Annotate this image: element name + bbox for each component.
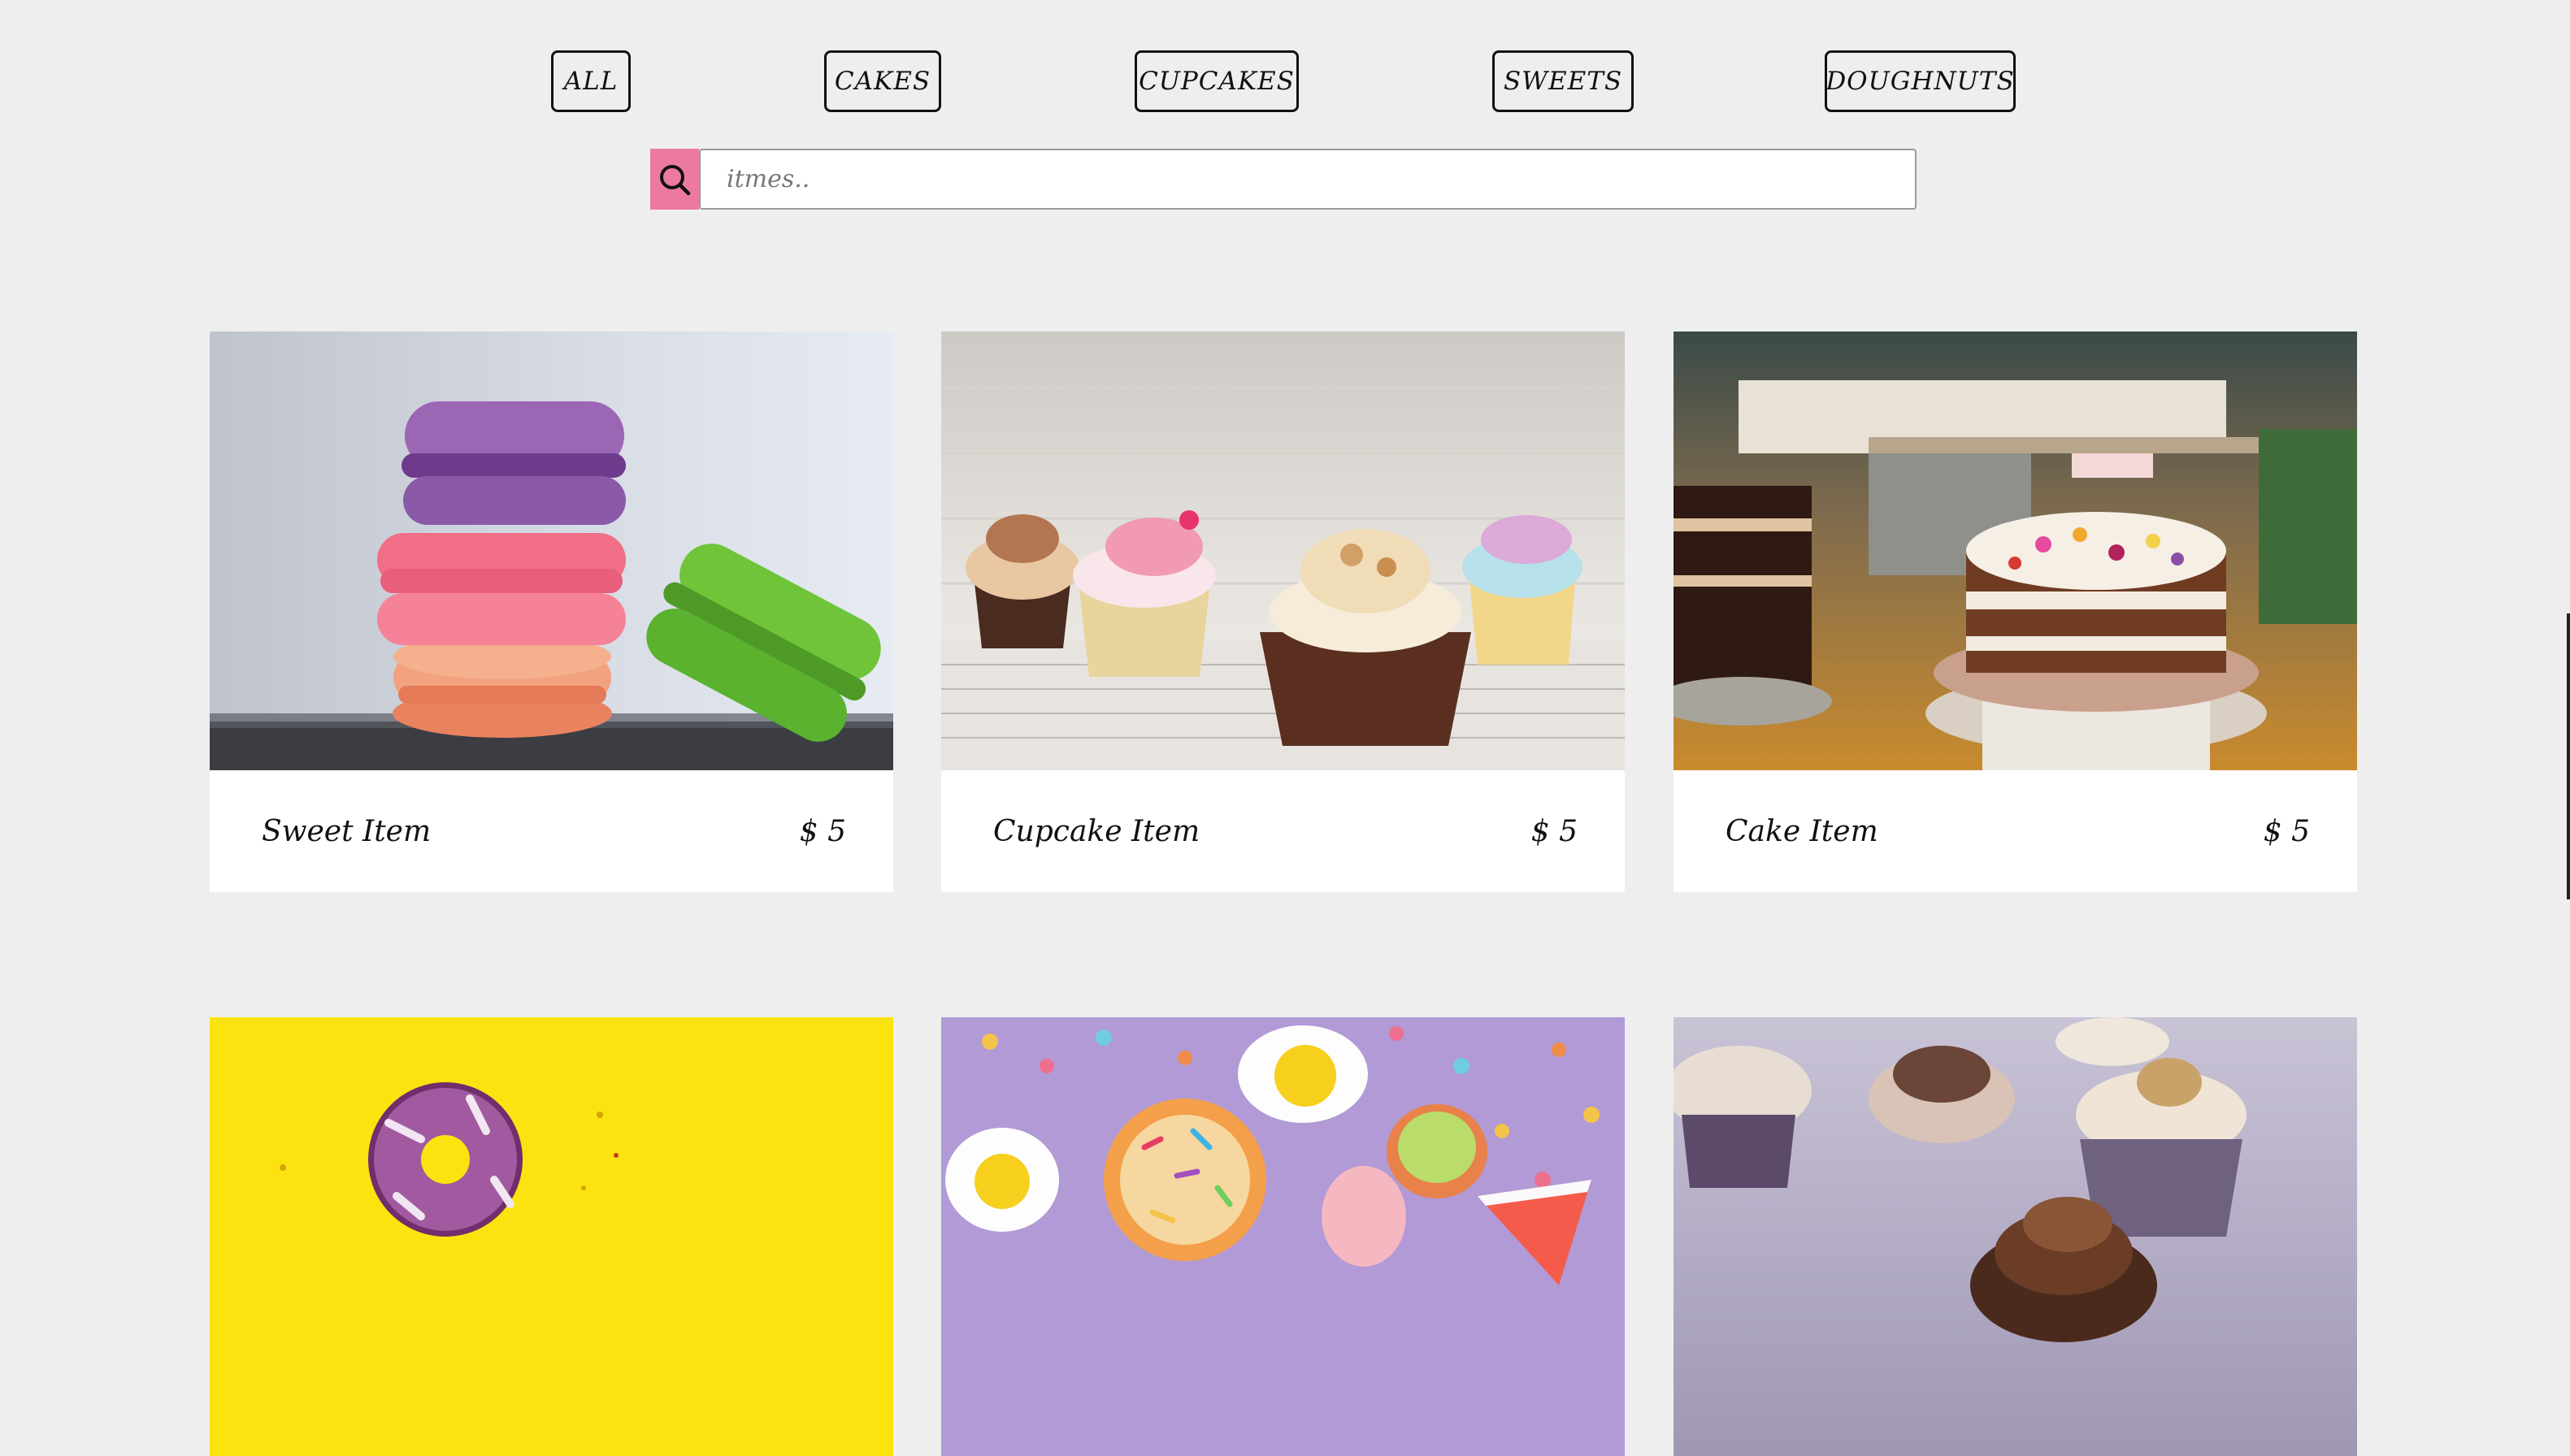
product-card-sweet[interactable]: Sweet Item $ 5 [210, 332, 893, 892]
item-price: $ 5 [1530, 814, 1578, 848]
filter-sweets-button[interactable]: SWEETS [1492, 50, 1634, 112]
card-footer: Cake Item $ 5 [1674, 770, 2357, 892]
search-input[interactable] [699, 149, 1917, 210]
filter-bar: ALL CAKES CUPCAKES SWEETS DOUGHNUTS [0, 0, 2570, 130]
macarons-image [210, 332, 893, 770]
search-bar [650, 149, 1917, 210]
search-icon-button[interactable] [650, 149, 699, 210]
product-card-candy[interactable] [941, 1017, 1625, 1456]
item-price: $ 5 [799, 814, 846, 848]
candy-image [941, 1017, 1625, 1456]
product-card-cupcake[interactable]: Cupcake Item $ 5 [941, 332, 1625, 892]
item-title: Cake Item [1726, 814, 1878, 848]
filter-doughnuts-button[interactable]: DOUGHNUTS [1825, 50, 2016, 112]
chocolate-cupcakes-image [1674, 1017, 2357, 1456]
card-footer: Cupcake Item $ 5 [941, 770, 1625, 892]
card-footer: Sweet Item $ 5 [210, 770, 893, 892]
product-card-doughnut[interactable] [210, 1017, 893, 1456]
doughnut-image [210, 1017, 893, 1456]
cake-image [1674, 332, 2357, 770]
scrollbar[interactable] [2567, 613, 2570, 899]
product-card-chocolate-cupcakes[interactable] [1674, 1017, 2357, 1456]
filter-cupcakes-button[interactable]: CUPCAKES [1135, 50, 1299, 112]
cupcakes-image [941, 332, 1625, 770]
product-card-cake[interactable]: Cake Item $ 5 [1674, 332, 2357, 892]
item-price: $ 5 [2263, 814, 2310, 848]
search-icon [660, 164, 691, 195]
item-title: Cupcake Item [993, 814, 1200, 848]
filter-cakes-button[interactable]: CAKES [824, 50, 941, 112]
filter-all-button[interactable]: ALL [551, 50, 631, 112]
item-title: Sweet Item [262, 814, 432, 848]
